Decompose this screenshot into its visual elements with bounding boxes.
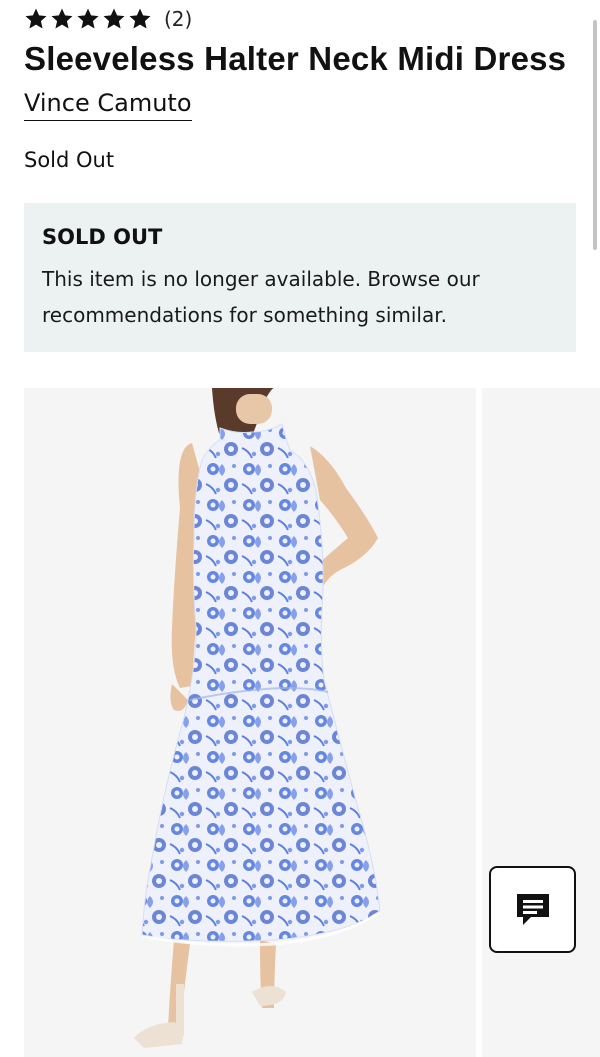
sold-out-notice: SOLD OUT This item is no longer availabl… [24, 203, 576, 352]
product-title: Sleeveless Halter Neck Midi Dress [24, 40, 567, 77]
availability-status: Sold Out [24, 148, 115, 172]
star-icon [51, 8, 73, 29]
next-product-image[interactable] [482, 388, 600, 1057]
product-image-carousel[interactable] [24, 388, 600, 1057]
chat-message-icon [516, 893, 549, 925]
notice-message: This item is no longer available. Browse… [42, 267, 480, 327]
dress-photo [134, 388, 381, 1048]
star-icon [129, 8, 151, 29]
star-rating [24, 7, 152, 31]
product-image[interactable] [24, 388, 476, 1057]
notice-title: SOLD OUT [42, 225, 163, 249]
star-icon [77, 8, 99, 29]
star-icon [25, 8, 47, 29]
chat-button[interactable] [489, 866, 576, 953]
rating[interactable]: (2) [24, 4, 192, 34]
scrollbar[interactable] [593, 20, 597, 250]
review-count[interactable]: (2) [164, 7, 192, 31]
star-icon [103, 8, 125, 29]
brand-link[interactable]: Vince Camuto [24, 89, 192, 121]
